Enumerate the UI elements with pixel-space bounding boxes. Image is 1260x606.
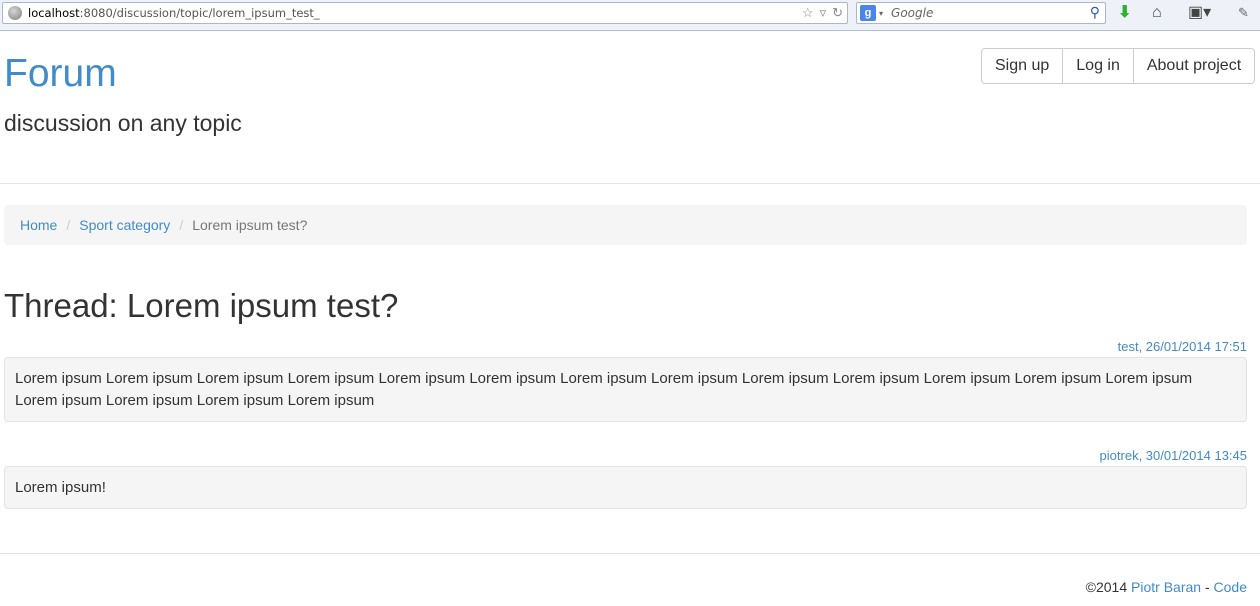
site-brand[interactable]: Forum: [4, 52, 117, 96]
post-meta[interactable]: piotrek, 30/01/2014 13:45: [1100, 448, 1247, 463]
reload-icon[interactable]: ↻: [832, 5, 843, 21]
breadcrumb-home[interactable]: Home: [20, 217, 57, 233]
thread-title: Thread: Lorem ipsum test?: [4, 287, 399, 324]
header-divider: [0, 183, 1260, 184]
address-bar[interactable]: localhost:8080/discussion/topic/lorem_ip…: [2, 2, 848, 24]
bookmarks-icon[interactable]: ▣▾: [1188, 4, 1211, 22]
extension-icon[interactable]: ✎: [1238, 4, 1249, 22]
breadcrumb-sport-category[interactable]: Sport category: [79, 217, 170, 233]
top-nav: Sign up Log in About project: [981, 48, 1256, 84]
code-link[interactable]: Code: [1214, 579, 1247, 595]
search-bar[interactable]: g ▾ Google ⚲: [856, 2, 1106, 24]
log-in-button[interactable]: Log in: [1062, 49, 1133, 83]
footer: ©2014 Piotr Baran - Code: [1086, 579, 1247, 595]
footer-divider: [0, 553, 1260, 554]
address-text[interactable]: localhost:8080/discussion/topic/lorem_ip…: [28, 6, 320, 20]
sign-up-button[interactable]: Sign up: [982, 49, 1063, 83]
breadcrumb: Home / Sport category / Lorem ipsum test…: [4, 205, 1247, 245]
search-engine-dropdown-icon[interactable]: ▾: [879, 9, 883, 18]
breadcrumb-current: Lorem ipsum test?: [192, 217, 308, 233]
download-icon[interactable]: ⬇: [1118, 4, 1131, 22]
search-engine-badge[interactable]: g: [860, 5, 876, 21]
post-meta[interactable]: test, 26/01/2014 17:51: [1118, 339, 1247, 354]
breadcrumb-separator: /: [66, 217, 71, 233]
breadcrumb-separator: /: [179, 217, 184, 233]
site-tagline: discussion on any topic: [4, 110, 242, 136]
home-icon[interactable]: ⌂: [1152, 4, 1162, 22]
author-link[interactable]: Piotr Baran: [1131, 579, 1201, 595]
about-project-button[interactable]: About project: [1132, 49, 1255, 83]
post-body: Lorem ipsum!: [4, 466, 1247, 509]
copyright-text: ©2014: [1085, 579, 1128, 595]
footer-separator: -: [1204, 579, 1210, 595]
browser-toolbar: localhost:8080/discussion/topic/lorem_ip…: [0, 0, 1260, 31]
star-icon[interactable]: ☆: [802, 5, 814, 21]
post-body: Lorem ipsum Lorem ipsum Lorem ipsum Lore…: [4, 357, 1247, 422]
globe-icon: [8, 6, 22, 20]
dropdown-icon[interactable]: ▿: [820, 5, 827, 21]
search-input[interactable]: Google: [891, 6, 933, 20]
search-icon[interactable]: ⚲: [1090, 4, 1100, 21]
